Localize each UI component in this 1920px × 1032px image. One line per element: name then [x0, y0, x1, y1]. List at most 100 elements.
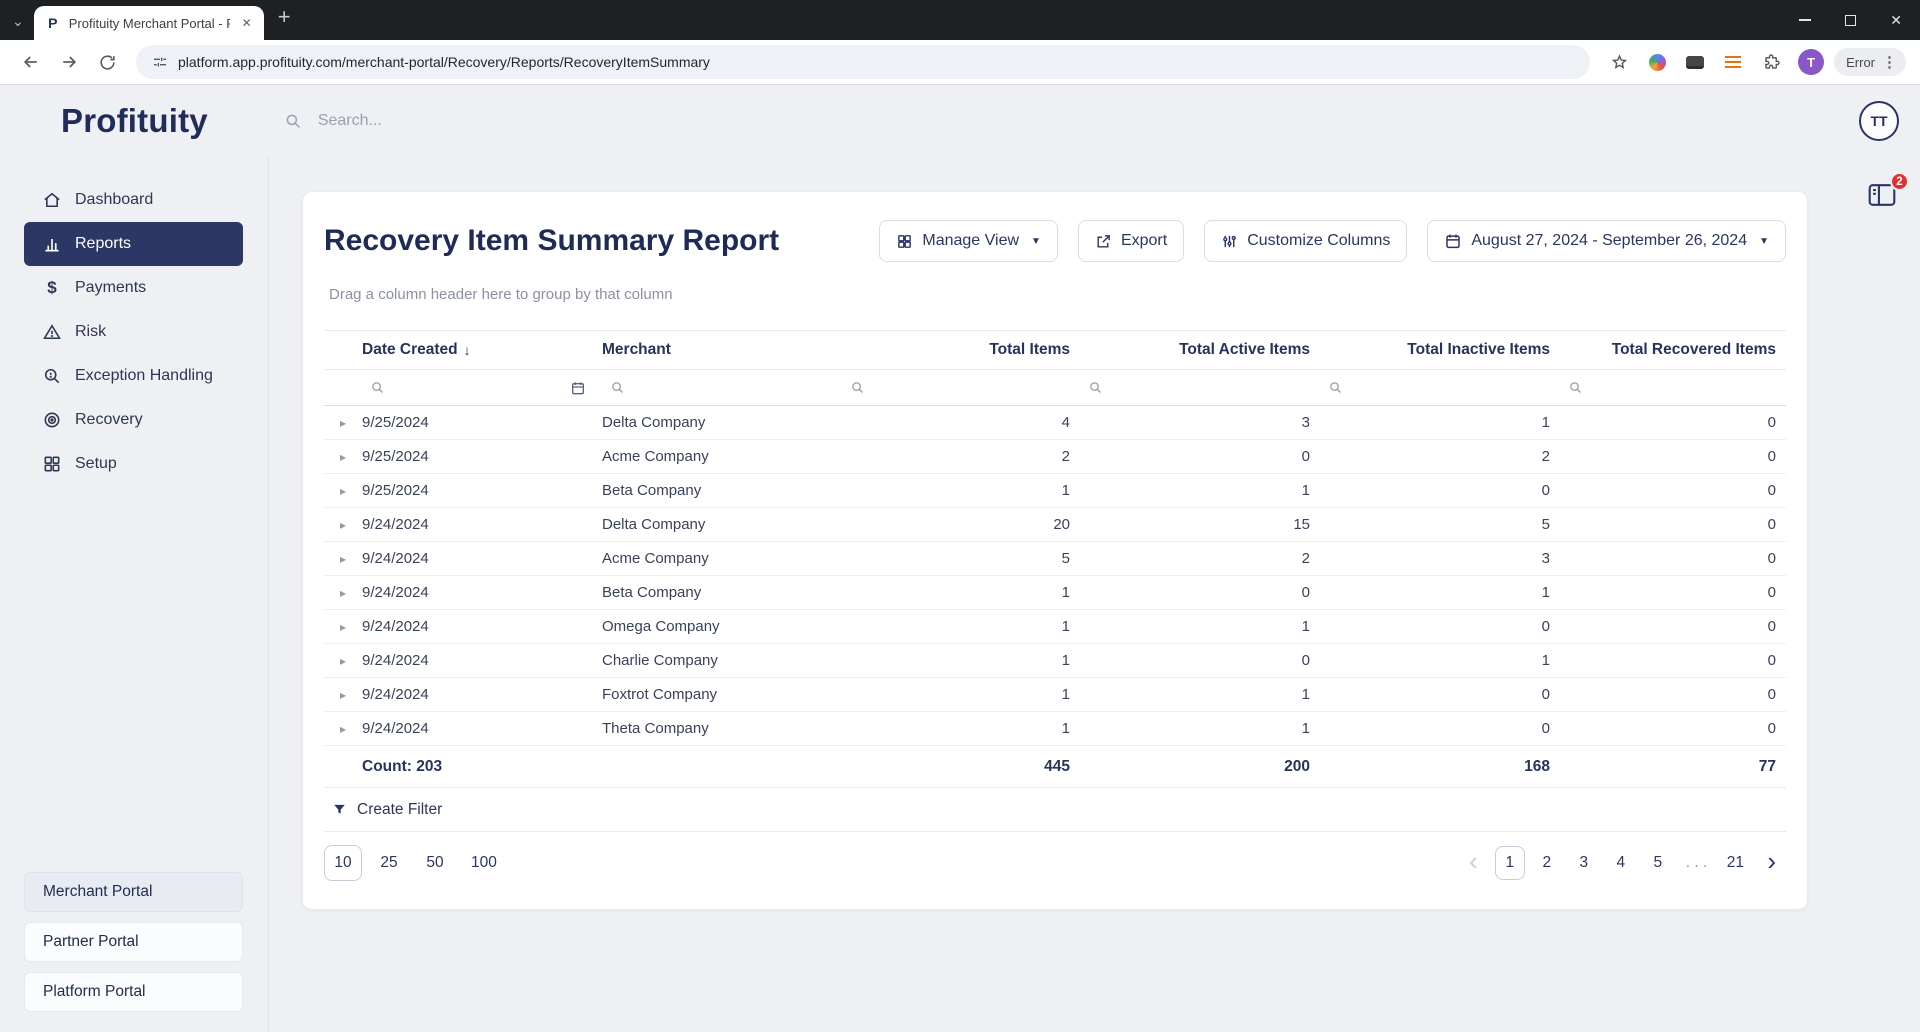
window-close-button[interactable]: ✕	[1890, 12, 1902, 29]
column-header-merchant[interactable]: Merchant	[602, 341, 842, 359]
table-row[interactable]: ▸ 9/25/2024 Acme Company 2 0 2 0	[324, 440, 1786, 474]
home-icon	[42, 190, 62, 210]
page-ellipsis: . . .	[1680, 846, 1714, 880]
sidebar-item-recovery[interactable]: Recovery	[24, 398, 243, 442]
error-label: Error	[1846, 55, 1875, 70]
row-expand-icon[interactable]: ▸	[324, 688, 362, 702]
filter-total-items[interactable]	[842, 380, 1080, 395]
table-row[interactable]: ▸ 9/24/2024 Charlie Company 1 0 1 0	[324, 644, 1786, 678]
forward-icon[interactable]	[52, 45, 86, 79]
row-expand-icon[interactable]: ▸	[324, 620, 362, 634]
filter-calendar-icon[interactable]	[570, 380, 586, 396]
portal-button-platform[interactable]: Platform Portal	[24, 972, 243, 1012]
row-expand-icon[interactable]: ▸	[324, 484, 362, 498]
row-expand-icon[interactable]: ▸	[324, 416, 362, 430]
row-expand-icon[interactable]: ▸	[324, 722, 362, 736]
row-expand-icon[interactable]: ▸	[324, 586, 362, 600]
filter-total-recovered-items[interactable]	[1560, 380, 1786, 395]
page-size-50[interactable]: 50	[416, 845, 454, 881]
sidebar-item-payments[interactable]: $ Payments	[24, 266, 243, 310]
table-row[interactable]: ▸ 9/25/2024 Delta Company 4 3 1 0	[324, 406, 1786, 440]
cell-merchant: Beta Company	[602, 584, 842, 601]
create-filter-button[interactable]: Create Filter	[324, 788, 1786, 832]
cell-merchant: Charlie Company	[602, 652, 842, 669]
user-avatar[interactable]: TT	[1859, 101, 1899, 141]
next-page-icon[interactable]: ›	[1757, 848, 1786, 878]
table-row[interactable]: ▸ 9/24/2024 Delta Company 20 15 5 0	[324, 508, 1786, 542]
bookmark-star-icon[interactable]	[1602, 45, 1636, 79]
browser-tab[interactable]: P Profituity Merchant Portal - Pla ✕	[34, 6, 264, 40]
sidebar-item-setup[interactable]: Setup	[24, 442, 243, 486]
page-number-1[interactable]: 1	[1495, 846, 1525, 880]
browser-tab-strip: ⌄ P Profituity Merchant Portal - Pla ✕ +…	[0, 0, 1920, 40]
page-size-100[interactable]: 100	[462, 845, 506, 881]
dollar-icon: $	[42, 278, 62, 298]
page-number-4[interactable]: 4	[1606, 846, 1636, 880]
calendar-icon	[1444, 232, 1462, 250]
extension-icon-lines[interactable]	[1716, 45, 1750, 79]
table-row[interactable]: ▸ 9/24/2024 Beta Company 1 0 1 0	[324, 576, 1786, 610]
site-info-icon[interactable]	[152, 54, 168, 70]
tab-search-chevron-icon[interactable]: ⌄	[12, 13, 24, 30]
profituity-logo: Profituity	[61, 102, 208, 140]
extension-icon-colorful[interactable]	[1640, 45, 1674, 79]
browser-menu-kebab-icon[interactable]: ⋮	[1879, 53, 1900, 71]
page-number-5[interactable]: 5	[1643, 846, 1673, 880]
column-header-date-created[interactable]: Date Created ↓	[362, 341, 602, 359]
reload-icon[interactable]	[90, 45, 124, 79]
filter-date-created[interactable]	[362, 380, 602, 396]
new-tab-button[interactable]: +	[278, 6, 291, 28]
row-expand-icon[interactable]: ▸	[324, 518, 362, 532]
sidebar-item-risk[interactable]: Risk	[24, 310, 243, 354]
sidebar-item-label: Risk	[75, 323, 106, 341]
row-expand-icon[interactable]: ▸	[324, 654, 362, 668]
column-header-total-items[interactable]: Total Items	[842, 341, 1080, 359]
date-range-button[interactable]: August 27, 2024 - September 26, 2024 ▼	[1427, 220, 1786, 262]
search-input[interactable]	[316, 111, 736, 131]
sidebar-item-exception-handling[interactable]: Exception Handling	[24, 354, 243, 398]
table-row[interactable]: ▸ 9/24/2024 Foxtrot Company 1 1 0 0	[324, 678, 1786, 712]
browser-error-button[interactable]: Error ⋮	[1834, 48, 1906, 76]
row-expand-icon[interactable]: ▸	[324, 552, 362, 566]
window-minimize-button[interactable]	[1799, 19, 1811, 21]
filter-total-inactive-items[interactable]	[1320, 380, 1560, 395]
portal-button-merchant[interactable]: Merchant Portal	[24, 872, 243, 912]
row-expand-icon[interactable]: ▸	[324, 450, 362, 464]
page-number-3[interactable]: 3	[1569, 846, 1599, 880]
browser-profile-avatar[interactable]: T	[1798, 49, 1824, 75]
column-header-total-active-items[interactable]: Total Active Items	[1080, 341, 1320, 359]
global-search[interactable]	[284, 111, 736, 131]
tab-close-icon[interactable]: ✕	[238, 14, 256, 32]
sidebar-item-reports[interactable]: Reports	[24, 222, 243, 266]
portal-button-partner[interactable]: Partner Portal	[24, 922, 243, 962]
group-by-hint: Drag a column header here to group by th…	[329, 286, 1786, 303]
cell-total-recovered-items: 0	[1560, 618, 1786, 635]
page-title: Recovery Item Summary Report	[324, 224, 859, 258]
back-icon[interactable]	[14, 45, 48, 79]
filter-merchant[interactable]	[602, 380, 842, 395]
page-size-25[interactable]: 25	[370, 845, 408, 881]
column-header-total-recovered-items[interactable]: Total Recovered Items	[1560, 341, 1786, 359]
sidebar-item-dashboard[interactable]: Dashboard	[24, 178, 243, 222]
table-row[interactable]: ▸ 9/24/2024 Acme Company 5 2 3 0	[324, 542, 1786, 576]
cell-date-created: 9/24/2024	[362, 550, 602, 567]
table-row[interactable]: ▸ 9/25/2024 Beta Company 1 1 0 0	[324, 474, 1786, 508]
cell-total-inactive-items: 0	[1320, 686, 1560, 703]
customize-columns-button[interactable]: Customize Columns	[1204, 220, 1407, 262]
window-maximize-button[interactable]	[1845, 15, 1856, 26]
prev-page-icon[interactable]: ‹	[1459, 848, 1488, 878]
extension-icon-keyboard[interactable]	[1678, 45, 1712, 79]
table-row[interactable]: ▸ 9/24/2024 Omega Company 1 1 0 0	[324, 610, 1786, 644]
sidebar-item-label: Dashboard	[75, 191, 153, 209]
extensions-puzzle-icon[interactable]	[1754, 45, 1788, 79]
side-panel-toggle-button[interactable]: 2	[1866, 180, 1900, 212]
manage-view-button[interactable]: Manage View ▼	[879, 220, 1058, 262]
export-button[interactable]: Export	[1078, 220, 1184, 262]
page-number-2[interactable]: 2	[1532, 846, 1562, 880]
column-header-total-inactive-items[interactable]: Total Inactive Items	[1320, 341, 1560, 359]
page-size-10[interactable]: 10	[324, 845, 362, 881]
url-bar[interactable]: platform.app.profituity.com/merchant-por…	[136, 45, 1590, 79]
filter-total-active-items[interactable]	[1080, 380, 1320, 395]
table-row[interactable]: ▸ 9/24/2024 Theta Company 1 1 0 0	[324, 712, 1786, 746]
page-number-21[interactable]: 21	[1720, 846, 1750, 880]
